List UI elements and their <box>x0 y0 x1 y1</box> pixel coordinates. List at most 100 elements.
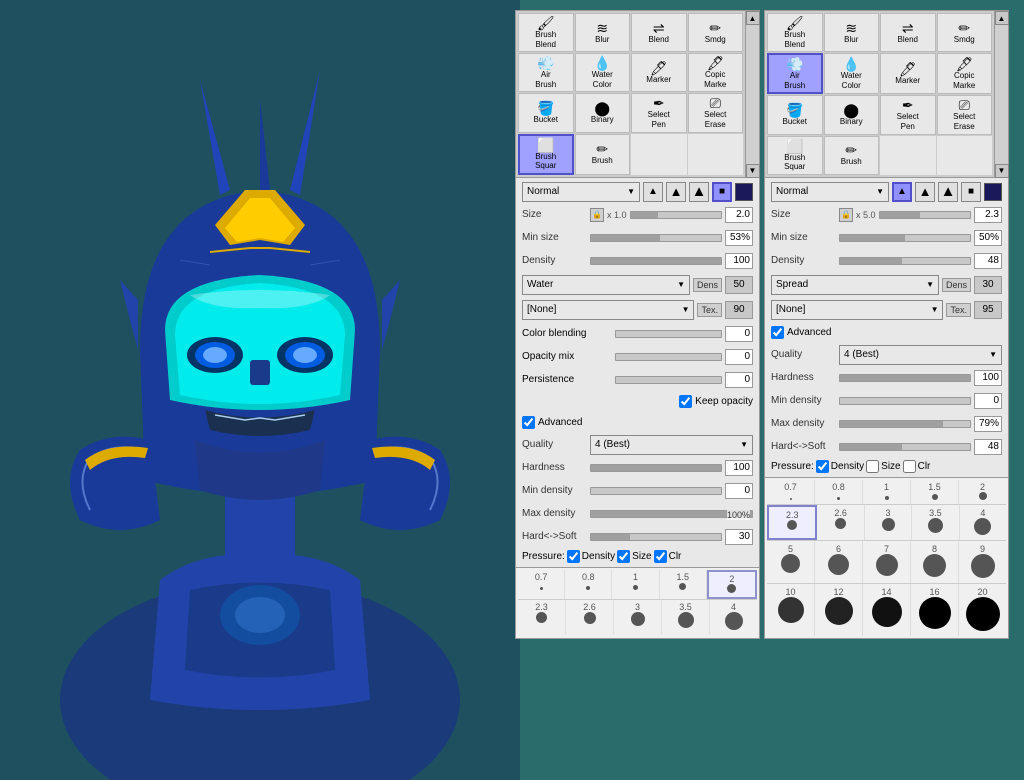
brush-size-15-left[interactable]: 1.5 <box>660 570 707 599</box>
tool-marker-r[interactable]: 🖊 Marker <box>880 53 936 94</box>
tex-value-left[interactable]: 90 <box>725 301 753 319</box>
tool-brush-r[interactable]: ✏ Brush <box>824 136 880 175</box>
min-density-slider-right[interactable] <box>839 397 971 405</box>
water-dropdown-left[interactable]: Water ▼ <box>522 275 690 295</box>
none-dropdown-left[interactable]: [None] ▼ <box>522 300 694 320</box>
shape-btn-3-right[interactable]: ▲ <box>938 182 958 202</box>
brush-size-2-right[interactable]: 2 <box>959 480 1006 504</box>
tool-binary-r[interactable]: ⬤ Binary <box>824 95 880 134</box>
tool-select-eraser[interactable]: ⎚ SelectErase <box>688 93 744 132</box>
hardness-slider-left[interactable] <box>590 464 722 472</box>
hardness-value-right[interactable]: 100 <box>974 370 1002 386</box>
min-size-value-right[interactable]: 50% <box>974 230 1002 246</box>
none-dropdown-right[interactable]: [None] ▼ <box>771 300 943 320</box>
brush-size-16-right[interactable]: 16 <box>911 584 959 636</box>
tex-value-right[interactable]: 95 <box>974 301 1002 319</box>
color-blend-slider-left[interactable] <box>615 330 722 338</box>
size-value-box-right[interactable]: 2.3 <box>974 207 1002 223</box>
pressure-size-checkbox-left[interactable] <box>617 550 630 563</box>
brush-size-08-left[interactable]: 0.8 <box>565 570 612 599</box>
color-blend-value-left[interactable]: 0 <box>725 326 753 342</box>
min-size-slider-right[interactable] <box>839 234 971 242</box>
pressure-clr-checkbox-left[interactable] <box>654 550 667 563</box>
hardness-slider-right[interactable] <box>839 374 971 382</box>
shape-btn-4-left[interactable]: ■ <box>712 182 732 202</box>
tool-brush-blend[interactable]: 🖌 BrushBlend <box>518 13 574 52</box>
color-box-left[interactable] <box>735 183 753 201</box>
quality-dropdown-right[interactable]: 4 (Best) ▼ <box>839 345 1002 365</box>
tool-water-color-r[interactable]: 💧 WaterColor <box>824 53 880 94</box>
quality-dropdown-left[interactable]: 4 (Best) ▼ <box>590 435 753 455</box>
brush-size-20-right[interactable]: 20 <box>959 584 1006 636</box>
brush-size-6-right[interactable]: 6 <box>815 541 863 583</box>
tool-scrollbar-right[interactable]: ▲ ▼ <box>994 11 1008 178</box>
tool-brush-blend-r[interactable]: 🖌 BrushBlend <box>767 13 823 52</box>
brush-size-12-right[interactable]: 12 <box>815 584 863 636</box>
advanced-checkbox-right[interactable] <box>771 326 784 339</box>
brush-size-07-right[interactable]: 0.7 <box>767 480 815 504</box>
shape-btn-2-left[interactable]: ▲ <box>666 182 686 202</box>
brush-size-26-right[interactable]: 2.6 <box>817 505 864 540</box>
tool-select-pen-r[interactable]: ✒ SelectPen <box>880 95 936 134</box>
brush-size-2-left[interactable]: 2 <box>707 570 757 599</box>
tool-bucket[interactable]: 🪣 Bucket <box>518 93 574 132</box>
shape-btn-1-right[interactable]: ▲ <box>892 182 912 202</box>
tool-brush-square[interactable]: ⬜ BrushSquar <box>518 134 574 175</box>
shape-btn-4-right[interactable]: ■ <box>961 182 981 202</box>
hard-soft-value-left[interactable]: 30 <box>725 529 753 545</box>
shape-btn-2-right[interactable]: ▲ <box>915 182 935 202</box>
tool-scrollbar-left[interactable]: ▲ ▼ <box>745 11 759 178</box>
lock-btn-left[interactable]: 🔒 <box>590 208 604 222</box>
tool-bucket-r[interactable]: 🪣 Bucket <box>767 95 823 134</box>
advanced-checkbox-left[interactable] <box>522 416 535 429</box>
brush-size-23-left[interactable]: 2.3 <box>518 600 566 634</box>
brush-size-8-right[interactable]: 8 <box>911 541 959 583</box>
max-density-slider-right[interactable] <box>839 420 971 428</box>
density-slider-left[interactable] <box>590 257 722 265</box>
dens-value-right[interactable]: 30 <box>974 276 1002 294</box>
dens-value-left[interactable]: 50 <box>725 276 753 294</box>
tool-blend-r[interactable]: ⇌ Blend <box>880 13 936 52</box>
shape-btn-1-left[interactable]: ▲ <box>643 182 663 202</box>
tool-blur[interactable]: ≋ Blur <box>575 13 631 52</box>
min-density-value-right[interactable]: 0 <box>974 393 1002 409</box>
size-slider-right[interactable] <box>879 211 971 219</box>
brush-size-35-left[interactable]: 3.5 <box>662 600 710 634</box>
brush-size-07-left[interactable]: 0.7 <box>518 570 565 599</box>
shape-btn-3-left[interactable]: ▲ <box>689 182 709 202</box>
tool-select-eraser-r[interactable]: ⎚ SelectErase <box>937 95 993 134</box>
pressure-density-checkbox-right[interactable] <box>816 460 829 473</box>
min-size-value-left[interactable]: 53% <box>725 230 753 246</box>
brush-size-3-left[interactable]: 3 <box>614 600 662 634</box>
scroll-up-btn-left[interactable]: ▲ <box>746 11 760 25</box>
brush-size-15-right[interactable]: 1.5 <box>911 480 959 504</box>
brush-size-1-left[interactable]: 1 <box>612 570 659 599</box>
tool-air-brush[interactable]: 💨 AirBrush <box>518 53 574 92</box>
scroll-down-btn-left[interactable]: ▼ <box>746 164 760 178</box>
pressure-size-checkbox-right[interactable] <box>866 460 879 473</box>
brush-size-26-left[interactable]: 2.6 <box>566 600 614 634</box>
persistence-value-left[interactable]: 0 <box>725 372 753 388</box>
tool-binary[interactable]: ⬤ Binary <box>575 93 631 132</box>
density-value-right[interactable]: 48 <box>974 253 1002 269</box>
scroll-up-btn-right[interactable]: ▲ <box>995 11 1009 25</box>
pressure-density-checkbox-left[interactable] <box>567 550 580 563</box>
keep-opacity-checkbox-left[interactable] <box>679 395 692 408</box>
brush-size-9-right[interactable]: 9 <box>959 541 1006 583</box>
color-box-right[interactable] <box>984 183 1002 201</box>
min-size-slider-left[interactable] <box>590 234 722 242</box>
tool-smdg-r[interactable]: ✏ Smdg <box>937 13 993 52</box>
brush-size-7-right[interactable]: 7 <box>863 541 911 583</box>
size-value-box-left[interactable]: 2.0 <box>725 207 753 223</box>
brush-size-14-right[interactable]: 14 <box>863 584 911 636</box>
scroll-down-btn-right[interactable]: ▼ <box>995 164 1009 178</box>
lock-btn-right[interactable]: 🔒 <box>839 208 853 222</box>
spread-dropdown-right[interactable]: Spread ▼ <box>771 275 939 295</box>
max-density-value-right[interactable]: 79% <box>974 416 1002 432</box>
tool-brush[interactable]: ✏ Brush <box>575 134 631 175</box>
size-slider-left[interactable] <box>630 211 722 219</box>
min-density-value-left[interactable]: 0 <box>725 483 753 499</box>
brush-size-4-left[interactable]: 4 <box>710 600 757 634</box>
brush-size-23-right[interactable]: 2.3 <box>767 505 817 540</box>
density-value-left[interactable]: 100 <box>725 253 753 269</box>
